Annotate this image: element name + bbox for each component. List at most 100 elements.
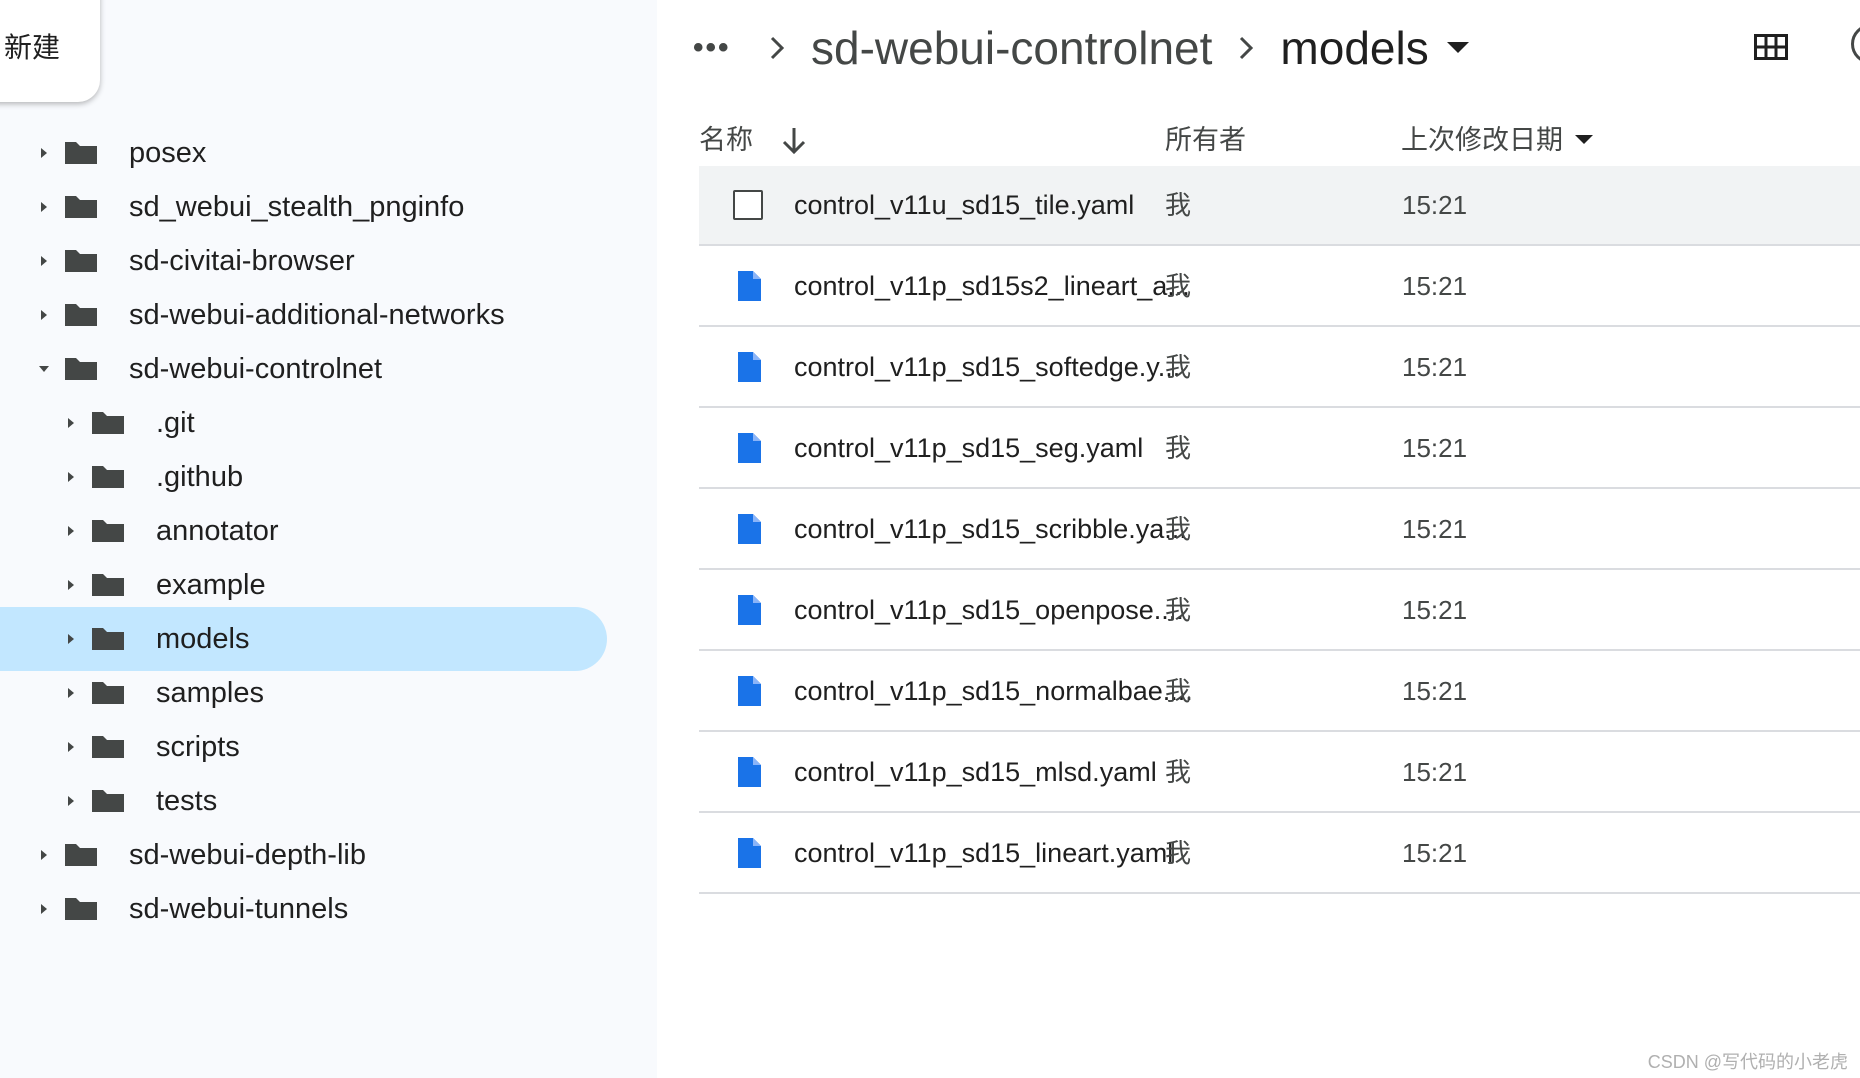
breadcrumb-item-parent[interactable]: sd-webui-controlnet <box>811 21 1212 75</box>
caret-right-icon[interactable] <box>64 416 78 430</box>
file-owner: 我 <box>1165 595 1192 625</box>
chevron-right-icon <box>1226 34 1266 62</box>
caret-right-icon[interactable] <box>64 740 78 754</box>
column-header-name[interactable]: 名称 <box>699 120 753 160</box>
caret-right-icon[interactable] <box>37 254 51 268</box>
file-owner: 我 <box>1165 271 1192 301</box>
caret-right-icon[interactable] <box>64 794 78 808</box>
file-row[interactable]: control_v11p_sd15_openpose.... 我 15:21 <box>699 571 1860 651</box>
file-name: control_v11u_sd15_tile.yaml <box>794 190 1135 220</box>
file-name: control_v11p_sd15_softedge.y... <box>794 352 1181 382</box>
table-header: 名称 所有者 上次修改日期 <box>699 120 1860 168</box>
file-name: control_v11p_sd15_lineart.yaml <box>794 838 1174 868</box>
caret-right-icon[interactable] <box>37 200 51 214</box>
tree-item[interactable]: sd-webui-tunnels <box>0 877 607 941</box>
file-owner: 我 <box>1165 838 1192 868</box>
file-name: control_v11p_sd15_seg.yaml <box>794 433 1144 463</box>
caret-down-icon[interactable] <box>37 362 51 376</box>
file-row[interactable]: control_v11p_sd15_mlsd.yaml 我 15:21 <box>699 733 1860 813</box>
caret-right-icon[interactable] <box>37 902 51 916</box>
file-name: control_v11p_sd15_scribble.ya... <box>794 514 1187 544</box>
document-icon <box>738 757 761 787</box>
file-row[interactable]: control_v11p_sd15_lineart.yaml 我 15:21 <box>699 814 1860 894</box>
file-row[interactable]: control_v11p_sd15_softedge.y... 我 15:21 <box>699 328 1860 408</box>
file-modified-time: 15:21 <box>1402 595 1468 625</box>
document-icon <box>738 271 761 301</box>
folder-icon <box>92 682 124 704</box>
tree-item-label: samples <box>156 676 264 709</box>
file-row[interactable]: control_v11u_sd15_tile.yaml 我 15:21 <box>699 166 1860 246</box>
caret-down-icon <box>1575 135 1593 144</box>
file-modified-time: 15:21 <box>1402 190 1468 220</box>
tree-item-label: annotator <box>156 514 279 547</box>
folder-tree-sidebar: 新建 posex sd_webui_stealth_pnginfo sd-civit… <box>0 0 657 1078</box>
tree-item-label: .github <box>156 460 244 493</box>
new-button[interactable]: 新建 <box>0 0 100 102</box>
folder-icon <box>65 898 97 920</box>
document-icon <box>738 433 761 463</box>
tree-item-label: posex <box>129 136 207 169</box>
file-modified-time: 15:21 <box>1402 757 1468 787</box>
tree-item-label: tests <box>156 784 218 817</box>
file-name: control_v11p_sd15s2_lineart_a... <box>794 271 1190 301</box>
breadcrumb: ••• sd-webui-controlnet models <box>693 10 1469 86</box>
file-owner: 我 <box>1165 757 1192 787</box>
caret-right-icon[interactable] <box>37 308 51 322</box>
file-row[interactable]: control_v11p_sd15_seg.yaml 我 15:21 <box>699 409 1860 489</box>
folder-icon <box>65 250 97 272</box>
folder-icon <box>92 736 124 758</box>
caret-right-icon[interactable] <box>64 470 78 484</box>
grid-view-icon[interactable] <box>1754 34 1788 60</box>
folder-icon <box>65 304 97 326</box>
folder-icon <box>92 574 124 596</box>
tree-item-label: .git <box>156 406 195 439</box>
folder-icon <box>92 520 124 542</box>
folder-icon <box>65 142 97 164</box>
arrow-down-icon[interactable] <box>779 120 809 160</box>
breadcrumb-item-current[interactable]: models <box>1280 21 1428 75</box>
tree-item-label: sd-webui-depth-lib <box>129 838 366 871</box>
file-modified-time: 15:21 <box>1402 433 1468 463</box>
tree-item-label: models <box>156 622 250 655</box>
folder-icon <box>92 412 124 434</box>
file-modified-time: 15:21 <box>1402 676 1468 706</box>
file-modified-time: 15:21 <box>1402 838 1468 868</box>
watermark: CSDN @写代码的小老虎 <box>1647 1052 1848 1072</box>
document-icon <box>738 595 761 625</box>
caret-right-icon[interactable] <box>64 578 78 592</box>
tree-item-label: sd-webui-tunnels <box>129 892 349 925</box>
file-row[interactable]: control_v11p_sd15_normalbae.... 我 15:21 <box>699 652 1860 732</box>
file-row[interactable]: control_v11p_sd15s2_lineart_a... 我 15:21 <box>699 247 1860 327</box>
folder-icon <box>65 844 97 866</box>
caret-right-icon[interactable] <box>37 848 51 862</box>
caret-down-icon[interactable] <box>1446 42 1469 54</box>
column-header-modified[interactable]: 上次修改日期 <box>1401 120 1593 160</box>
file-name: control_v11p_sd15_mlsd.yaml <box>794 757 1157 787</box>
file-owner: 我 <box>1165 352 1192 382</box>
file-owner: 我 <box>1165 433 1192 463</box>
folder-icon <box>92 466 124 488</box>
info-icon[interactable] <box>1851 24 1860 64</box>
folder-icon <box>65 196 97 218</box>
file-name: control_v11p_sd15_normalbae.... <box>794 676 1193 706</box>
tree-item-label: sd_webui_stealth_pnginfo <box>129 190 465 223</box>
file-owner: 我 <box>1165 676 1192 706</box>
column-header-owner: 所有者 <box>1165 125 1246 155</box>
folder-icon <box>92 628 124 650</box>
tree-item-label: sd-civitai-browser <box>129 244 355 277</box>
caret-right-icon[interactable] <box>64 686 78 700</box>
document-icon <box>738 676 761 706</box>
column-header-modified-label: 上次修改日期 <box>1401 125 1563 155</box>
tree-item-label: sd-webui-additional-networks <box>129 298 505 331</box>
row-checkbox[interactable] <box>733 190 763 220</box>
document-icon <box>738 514 761 544</box>
caret-right-icon[interactable] <box>64 632 78 646</box>
caret-right-icon[interactable] <box>37 146 51 160</box>
file-modified-time: 15:21 <box>1402 271 1468 301</box>
file-name: control_v11p_sd15_openpose.... <box>794 595 1184 625</box>
breadcrumb-more-button[interactable]: ••• <box>693 31 743 65</box>
tree-item-label: example <box>156 568 266 601</box>
caret-right-icon[interactable] <box>64 524 78 538</box>
file-row[interactable]: control_v11p_sd15_scribble.ya... 我 15:21 <box>699 490 1860 570</box>
chevron-right-icon <box>757 34 797 62</box>
